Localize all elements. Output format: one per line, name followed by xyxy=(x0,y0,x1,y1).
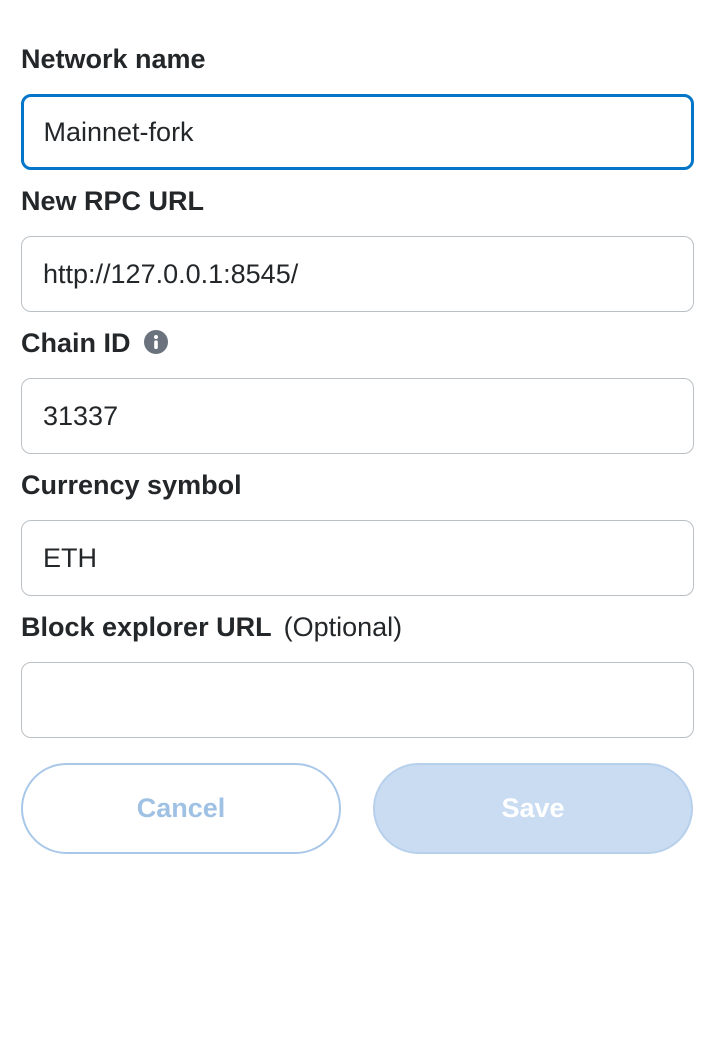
cancel-button[interactable]: Cancel xyxy=(21,763,341,854)
block-explorer-label: Block explorer URL (Optional) xyxy=(21,611,402,643)
rpc-url-label: New RPC URL xyxy=(21,185,204,217)
chain-id-input[interactable] xyxy=(21,378,694,454)
save-button[interactable]: Save xyxy=(373,763,693,854)
chain-id-label: Chain ID xyxy=(21,327,168,359)
save-button-label: Save xyxy=(501,793,565,823)
currency-symbol-label-text: Currency symbol xyxy=(21,470,242,500)
block-explorer-label-text: Block explorer URL xyxy=(21,612,272,642)
chain-id-label-text: Chain ID xyxy=(21,328,131,358)
network-name-label: Network name xyxy=(21,43,206,75)
cancel-button-label: Cancel xyxy=(136,793,226,823)
currency-symbol-label: Currency symbol xyxy=(21,469,242,501)
optional-note: (Optional) xyxy=(283,612,403,642)
info-icon[interactable] xyxy=(143,330,168,354)
block-explorer-input[interactable] xyxy=(21,662,694,738)
rpc-url-label-text: New RPC URL xyxy=(21,186,205,216)
network-name-input[interactable] xyxy=(21,94,694,170)
rpc-url-input[interactable] xyxy=(21,236,694,312)
currency-symbol-input[interactable] xyxy=(21,520,694,596)
network-name-label-text: Network name xyxy=(21,44,206,74)
